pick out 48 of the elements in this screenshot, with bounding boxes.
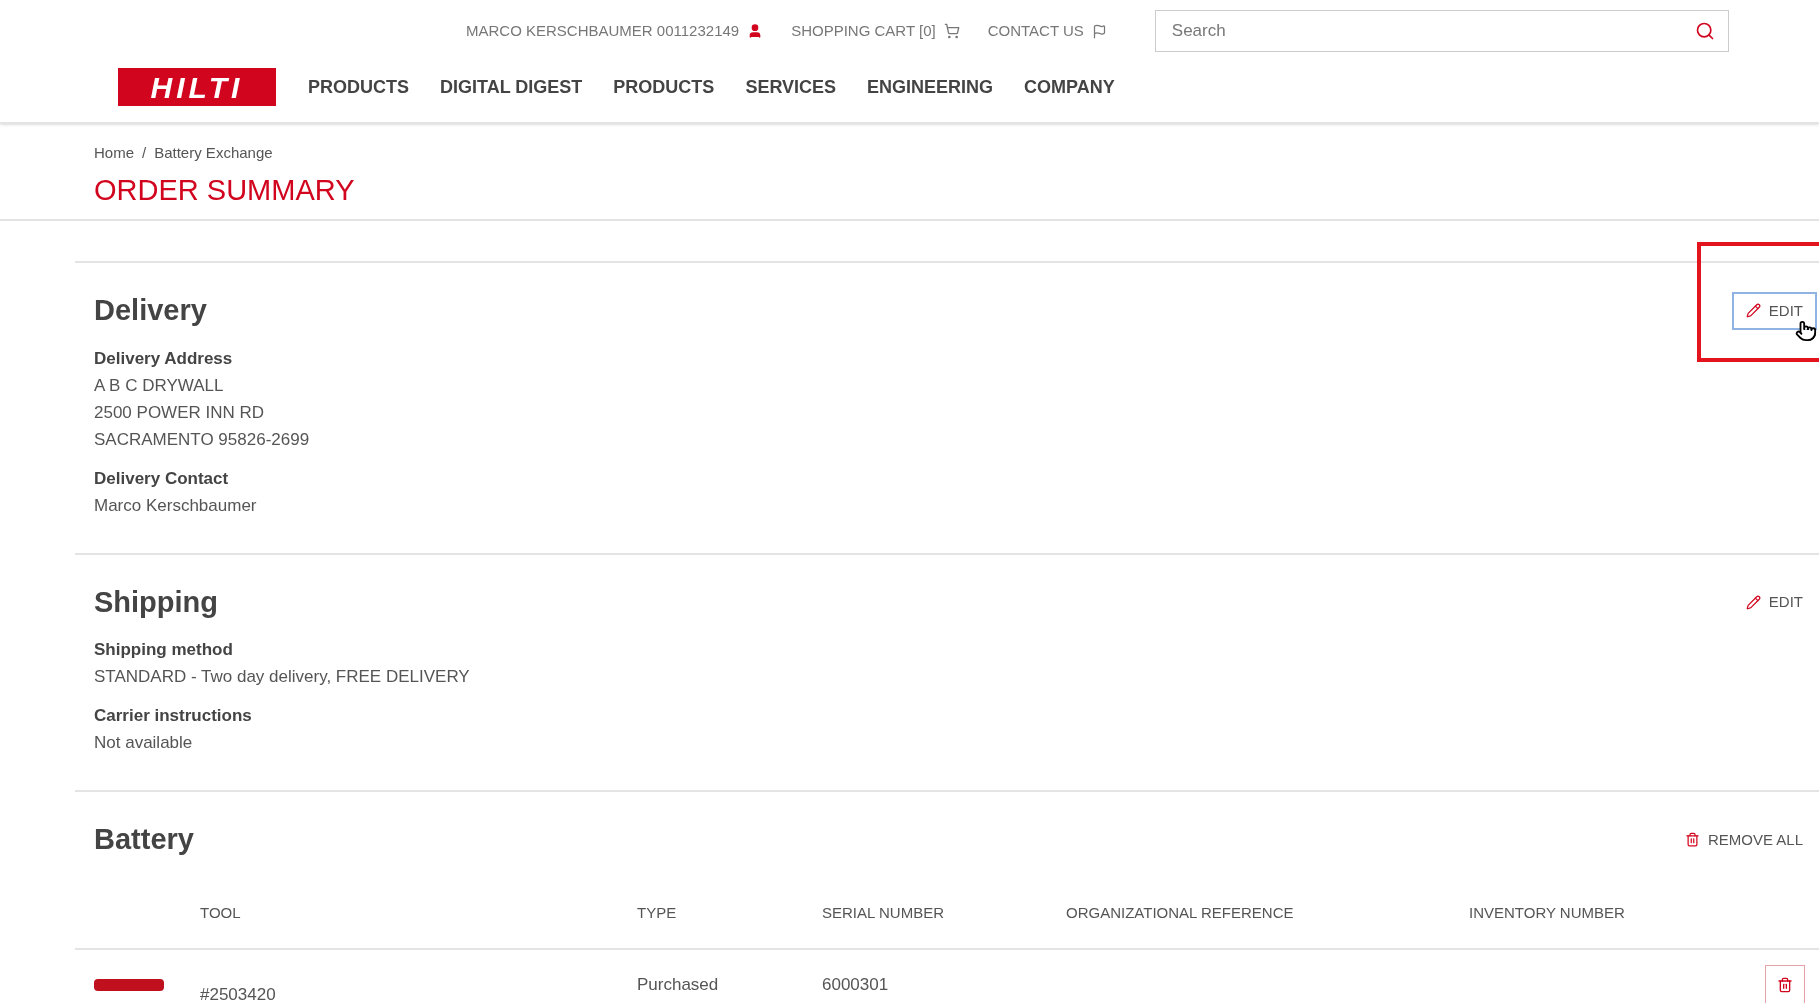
nav-link[interactable]: COMPANY	[1024, 73, 1115, 101]
section-heading: Shipping	[94, 584, 219, 620]
field-value: Marco Kerschbaumer	[94, 494, 258, 517]
pencil-icon	[1745, 594, 1761, 610]
edit-button[interactable]: EDIT	[1731, 291, 1817, 330]
nav-link[interactable]: SERVICES	[745, 73, 837, 101]
table-cell: #2503420	[200, 984, 276, 1003]
nav-link[interactable]: PRODUCTS	[613, 73, 715, 101]
section-heading: Battery	[94, 822, 194, 857]
field-value: SACRAMENTO 95826-2699	[94, 428, 311, 451]
shopping-cart-link[interactable]: SHOPPING CART [0]	[791, 19, 960, 43]
column-header: ORGANIZATIONAL REFERENCE	[1066, 904, 1294, 922]
table-cell: Purchased	[637, 974, 719, 994]
contact-us-link[interactable]: CONTACT US	[987, 19, 1107, 43]
tool-photo-placeholder	[94, 978, 164, 991]
field-value: A B C DRYWALL	[94, 374, 225, 397]
nav-link[interactable]: ENGINEERING	[867, 73, 994, 101]
flag-icon	[1091, 23, 1107, 39]
field-label: Carrier instructions	[94, 705, 253, 727]
field-value: Not available	[94, 732, 194, 754]
search-field[interactable]: Search	[1154, 10, 1729, 52]
field-value: 2500 POWER INN RD	[94, 401, 266, 424]
logo[interactable]: HILTI	[118, 68, 276, 106]
delete-row-button[interactable]	[1765, 964, 1805, 1003]
nav-link[interactable]: DIGITAL DIGEST	[440, 73, 583, 101]
section-heading: Delivery	[94, 293, 207, 328]
cart-icon	[943, 23, 960, 39]
pencil-icon	[1745, 303, 1761, 319]
page-title: ORDER SUMMARY	[94, 172, 356, 208]
field-label: Delivery Contact	[94, 467, 230, 490]
search-icon	[1694, 21, 1715, 41]
breadcrumb-link[interactable]: Home	[94, 142, 134, 165]
column-header: SERIAL NUMBER	[822, 904, 944, 922]
breadcrumb-separator: /	[142, 143, 147, 163]
field-label: Delivery Address	[94, 347, 234, 370]
field-label: Shipping method	[94, 639, 234, 661]
remove-all-button[interactable]: REMOVE ALL	[1670, 820, 1817, 859]
edit-button[interactable]: EDIT	[1731, 583, 1817, 622]
trash-icon	[1684, 832, 1700, 848]
column-header: INVENTORY NUMBER	[1469, 904, 1625, 922]
user-account-link[interactable]: MARCO KERSCHBAUMER 0011232149	[466, 19, 764, 43]
column-header: TYPE	[637, 904, 677, 922]
nav-link[interactable]: PRODUCTS	[308, 73, 409, 101]
trash-icon	[1777, 976, 1793, 993]
table-cell: 6000301	[822, 974, 889, 994]
field-value: STANDARD - Two day delivery, FREE DELIVERY	[94, 666, 471, 688]
column-header: TOOL	[200, 904, 241, 922]
breadcrumb-link[interactable]: Battery Exchange	[154, 142, 273, 165]
